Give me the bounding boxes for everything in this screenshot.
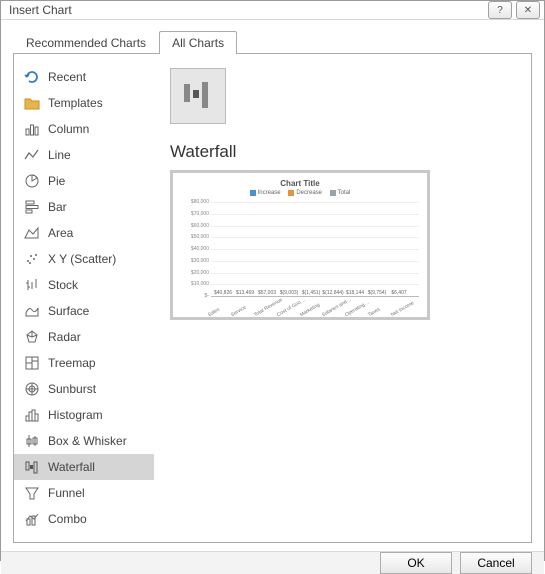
sidebar-item-stock[interactable]: Stock — [14, 272, 154, 298]
preview-title: Chart Title — [181, 179, 419, 188]
recent-icon — [24, 69, 40, 85]
sidebar-item-label: Combo — [48, 512, 87, 526]
sidebar-item-label: Column — [48, 122, 89, 136]
sidebar-item-label: Funnel — [48, 486, 85, 500]
sidebar-item-funnel[interactable]: Funnel — [14, 480, 154, 506]
sidebar-item-pie[interactable]: Pie — [14, 168, 154, 194]
sidebar-item-scatter[interactable]: X Y (Scatter) — [14, 246, 154, 272]
window-title: Insert Chart — [9, 3, 72, 17]
sunburst-icon — [24, 381, 40, 397]
sidebar-item-sunburst[interactable]: Sunburst — [14, 376, 154, 402]
sidebar-item-label: Stock — [48, 278, 78, 292]
sidebar-item-area[interactable]: Area — [14, 220, 154, 246]
sidebar-item-recent[interactable]: Recent — [14, 64, 154, 90]
area-icon — [24, 225, 40, 241]
sidebar-item-surface[interactable]: Surface — [14, 298, 154, 324]
scatter-icon — [24, 251, 40, 267]
sidebar-item-templates[interactable]: Templates — [14, 90, 154, 116]
sidebar-item-label: X Y (Scatter) — [48, 252, 116, 266]
sidebar-item-column[interactable]: Column — [14, 116, 154, 142]
sidebar-item-waterfall[interactable]: Waterfall — [14, 454, 154, 480]
combo-icon — [24, 511, 40, 527]
ok-button[interactable]: OK — [380, 552, 452, 574]
question-icon: ? — [497, 5, 503, 16]
chart-subtype-waterfall[interactable] — [170, 68, 226, 124]
surface-icon — [24, 303, 40, 319]
histogram-icon — [24, 407, 40, 423]
sidebar-item-label: Surface — [48, 304, 89, 318]
title-bar: Insert Chart ? ✕ — [1, 1, 544, 20]
sidebar-item-label: Templates — [48, 96, 103, 110]
close-button[interactable]: ✕ — [516, 1, 540, 19]
sidebar-item-line[interactable]: Line — [14, 142, 154, 168]
sidebar-item-combo[interactable]: Combo — [14, 506, 154, 532]
bar-icon — [24, 199, 40, 215]
x-axis-labels: Sales Service Total Revenue Cost of Goo…… — [207, 295, 415, 315]
sidebar-item-bar[interactable]: Bar — [14, 194, 154, 220]
sidebar-item-label: Treemap — [48, 356, 96, 370]
sidebar-item-label: Radar — [48, 330, 81, 344]
chart-plot-area: $- $10,000 $20,000 $30,000 $40,000 $50,0… — [211, 202, 419, 296]
close-icon: ✕ — [524, 5, 532, 16]
sidebar-item-label: Area — [48, 226, 73, 240]
sidebar-item-label: Sunburst — [48, 382, 96, 396]
dialog-content: Recent Templates Column Line Pie — [13, 54, 532, 543]
templates-icon — [24, 95, 40, 111]
tab-all-charts[interactable]: All Charts — [159, 31, 237, 54]
stock-icon — [24, 277, 40, 293]
chart-type-sidebar: Recent Templates Column Line Pie — [14, 54, 154, 542]
sidebar-item-radar[interactable]: Radar — [14, 324, 154, 350]
tab-recommended-charts[interactable]: Recommended Charts — [13, 31, 159, 54]
tab-strip: Recommended Charts All Charts — [13, 28, 532, 54]
dialog-footer: OK Cancel — [1, 551, 544, 574]
sidebar-item-label: Line — [48, 148, 71, 162]
sidebar-item-label: Bar — [48, 200, 67, 214]
box-whisker-icon — [24, 433, 40, 449]
sidebar-item-label: Pie — [48, 174, 65, 188]
sidebar-item-label: Histogram — [48, 408, 103, 422]
sidebar-item-treemap[interactable]: Treemap — [14, 350, 154, 376]
help-button[interactable]: ? — [488, 1, 512, 19]
sidebar-item-box-whisker[interactable]: Box & Whisker — [14, 428, 154, 454]
line-icon — [24, 147, 40, 163]
sidebar-item-label: Waterfall — [48, 460, 95, 474]
waterfall-icon — [24, 459, 40, 475]
sidebar-item-label: Box & Whisker — [48, 434, 127, 448]
treemap-icon — [24, 355, 40, 371]
chart-preview[interactable]: Chart Title Increase Decrease Total $- $… — [170, 170, 430, 320]
insert-chart-dialog: Insert Chart ? ✕ Recommended Charts All … — [0, 0, 545, 561]
pie-icon — [24, 173, 40, 189]
preview-legend: Increase Decrease Total — [181, 190, 419, 198]
column-icon — [24, 121, 40, 137]
radar-icon — [24, 329, 40, 345]
sidebar-item-label: Recent — [48, 70, 86, 84]
main-panel: Waterfall Chart Title Increase Decrease … — [154, 54, 531, 542]
waterfall-tile-icon — [180, 78, 216, 114]
funnel-icon — [24, 485, 40, 501]
chart-type-title: Waterfall — [170, 142, 515, 162]
cancel-button[interactable]: Cancel — [460, 552, 532, 574]
sidebar-item-histogram[interactable]: Histogram — [14, 402, 154, 428]
